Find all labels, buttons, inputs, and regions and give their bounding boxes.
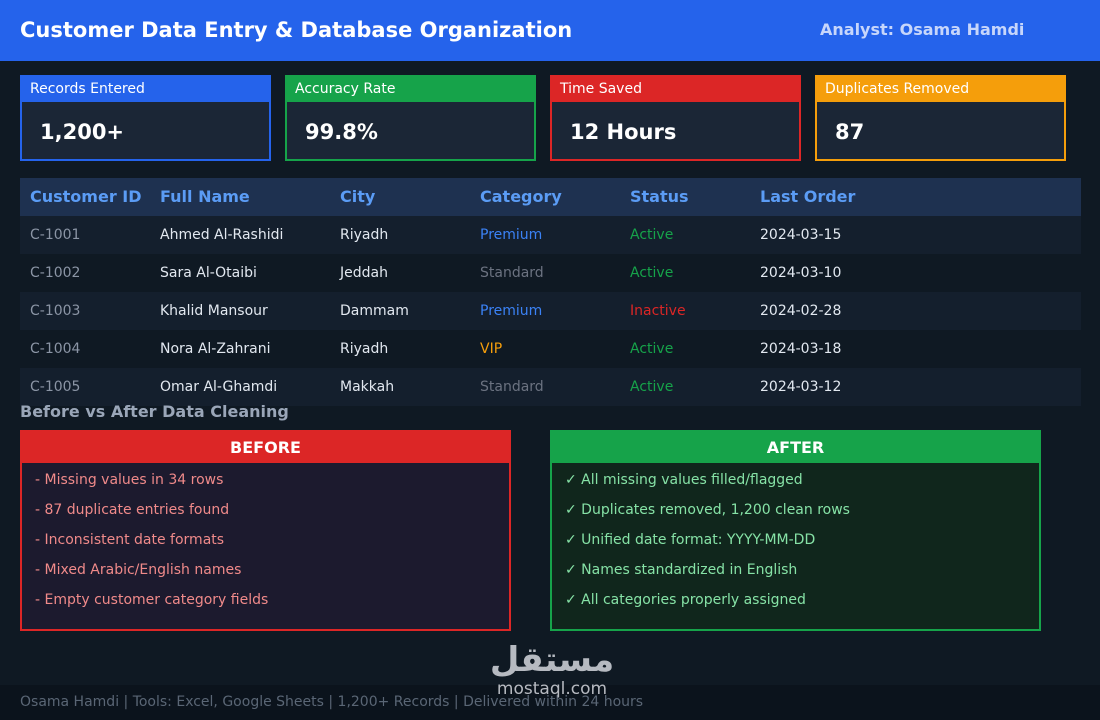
cell-category: Premium xyxy=(480,303,543,319)
column-header-city[interactable]: City xyxy=(340,178,375,216)
before-panel-title: BEFORE xyxy=(22,432,509,463)
cell-last-order: 2024-03-15 xyxy=(760,227,842,243)
stat-value: 99.8% xyxy=(305,120,378,144)
cell-full-name: Khalid Mansour xyxy=(160,303,268,319)
table-row[interactable]: C-1004 Nora Al-Zahrani Riyadh VIP Active… xyxy=(20,330,1081,368)
stat-card-duplicates: Duplicates Removed 87 xyxy=(815,75,1066,161)
cell-full-name: Sara Al-Otaibi xyxy=(160,265,257,281)
cell-status: Active xyxy=(630,227,674,243)
cell-last-order: 2024-03-12 xyxy=(760,379,842,395)
cell-city: Makkah xyxy=(340,379,395,395)
cell-last-order: 2024-02-28 xyxy=(760,303,842,319)
before-panel: BEFORE - Missing values in 34 rows - 87 … xyxy=(20,430,511,631)
cell-customer-id: C-1004 xyxy=(30,341,81,357)
analyst-name: Analyst: Osama Hamdi xyxy=(820,20,1025,39)
page-title: Customer Data Entry & Database Organizat… xyxy=(20,18,573,42)
cell-category: Premium xyxy=(480,227,543,243)
column-header-customer-id[interactable]: Customer ID xyxy=(30,178,142,216)
cell-last-order: 2024-03-18 xyxy=(760,341,842,357)
customer-table: Customer ID Full Name City Category Stat… xyxy=(20,178,1081,406)
table-row[interactable]: C-1003 Khalid Mansour Dammam Premium Ina… xyxy=(20,292,1081,330)
stat-label: Duplicates Removed xyxy=(817,77,1064,102)
table-row[interactable]: C-1002 Sara Al-Otaibi Jeddah Standard Ac… xyxy=(20,254,1081,292)
stat-card-time-saved: Time Saved 12 Hours xyxy=(550,75,801,161)
watermark-latin: mostaql.com xyxy=(496,679,608,699)
stat-value: 1,200+ xyxy=(40,120,125,144)
stat-label: Time Saved xyxy=(552,77,799,102)
cell-full-name: Omar Al-Ghamdi xyxy=(160,379,278,395)
before-list: - Missing values in 34 rows - 87 duplica… xyxy=(22,463,509,621)
cell-customer-id: C-1001 xyxy=(30,227,81,243)
list-item: ✓ All categories properly assigned xyxy=(565,592,806,608)
watermark-arabic: مستقل xyxy=(489,640,615,680)
stat-value: 87 xyxy=(835,120,865,144)
list-item: ✓ Duplicates removed, 1,200 clean rows xyxy=(565,502,850,518)
stat-card-accuracy: Accuracy Rate 99.8% xyxy=(285,75,536,161)
after-list: ✓ All missing values filled/flagged ✓ Du… xyxy=(552,463,1039,621)
list-item: ✓ Unified date format: YYYY-MM-DD xyxy=(565,532,816,548)
list-item: ✓ Names standardized in English xyxy=(565,562,798,578)
list-item: - Inconsistent date formats xyxy=(35,532,225,548)
cell-status: Active xyxy=(630,379,674,395)
cell-full-name: Ahmed Al-Rashidi xyxy=(160,227,284,243)
cell-city: Dammam xyxy=(340,303,409,319)
cell-city: Jeddah xyxy=(340,265,388,281)
cell-city: Riyadh xyxy=(340,341,389,357)
table-header-row: Customer ID Full Name City Category Stat… xyxy=(20,178,1081,216)
page-header: Customer Data Entry & Database Organizat… xyxy=(0,0,1100,61)
cell-status: Active xyxy=(630,265,674,281)
cell-category: Standard xyxy=(480,265,544,281)
cell-city: Riyadh xyxy=(340,227,389,243)
list-item: - Mixed Arabic/English names xyxy=(35,562,242,578)
list-item: ✓ All missing values filled/flagged xyxy=(565,472,803,488)
list-item: - Missing values in 34 rows xyxy=(35,472,224,488)
cell-customer-id: C-1005 xyxy=(30,379,81,395)
after-panel-title: AFTER xyxy=(552,432,1039,463)
cell-status: Active xyxy=(630,341,674,357)
list-item: - Empty customer category fields xyxy=(35,592,269,608)
stat-card-records: Records Entered 1,200+ xyxy=(20,75,271,161)
table-row[interactable]: C-1005 Omar Al-Ghamdi Makkah Standard Ac… xyxy=(20,368,1081,406)
stat-value: 12 Hours xyxy=(570,120,677,144)
column-header-full-name[interactable]: Full Name xyxy=(160,178,250,216)
column-header-last-order[interactable]: Last Order xyxy=(760,178,855,216)
column-header-status[interactable]: Status xyxy=(630,178,689,216)
cell-status: Inactive xyxy=(630,303,686,319)
cell-customer-id: C-1002 xyxy=(30,265,81,281)
stat-label: Records Entered xyxy=(22,77,269,102)
comparison-title: Before vs After Data Cleaning xyxy=(20,402,289,421)
cell-last-order: 2024-03-10 xyxy=(760,265,842,281)
column-header-category[interactable]: Category xyxy=(480,178,562,216)
stat-label: Accuracy Rate xyxy=(287,77,534,102)
mostaql-watermark-logo: مستقل mostaql.com xyxy=(482,640,622,698)
cell-customer-id: C-1003 xyxy=(30,303,81,319)
table-row[interactable]: C-1001 Ahmed Al-Rashidi Riyadh Premium A… xyxy=(20,216,1081,254)
cell-category: Standard xyxy=(480,379,544,395)
cell-full-name: Nora Al-Zahrani xyxy=(160,341,271,357)
after-panel: AFTER ✓ All missing values filled/flagge… xyxy=(550,430,1041,631)
list-item: - 87 duplicate entries found xyxy=(35,502,230,518)
cell-category: VIP xyxy=(480,341,503,357)
